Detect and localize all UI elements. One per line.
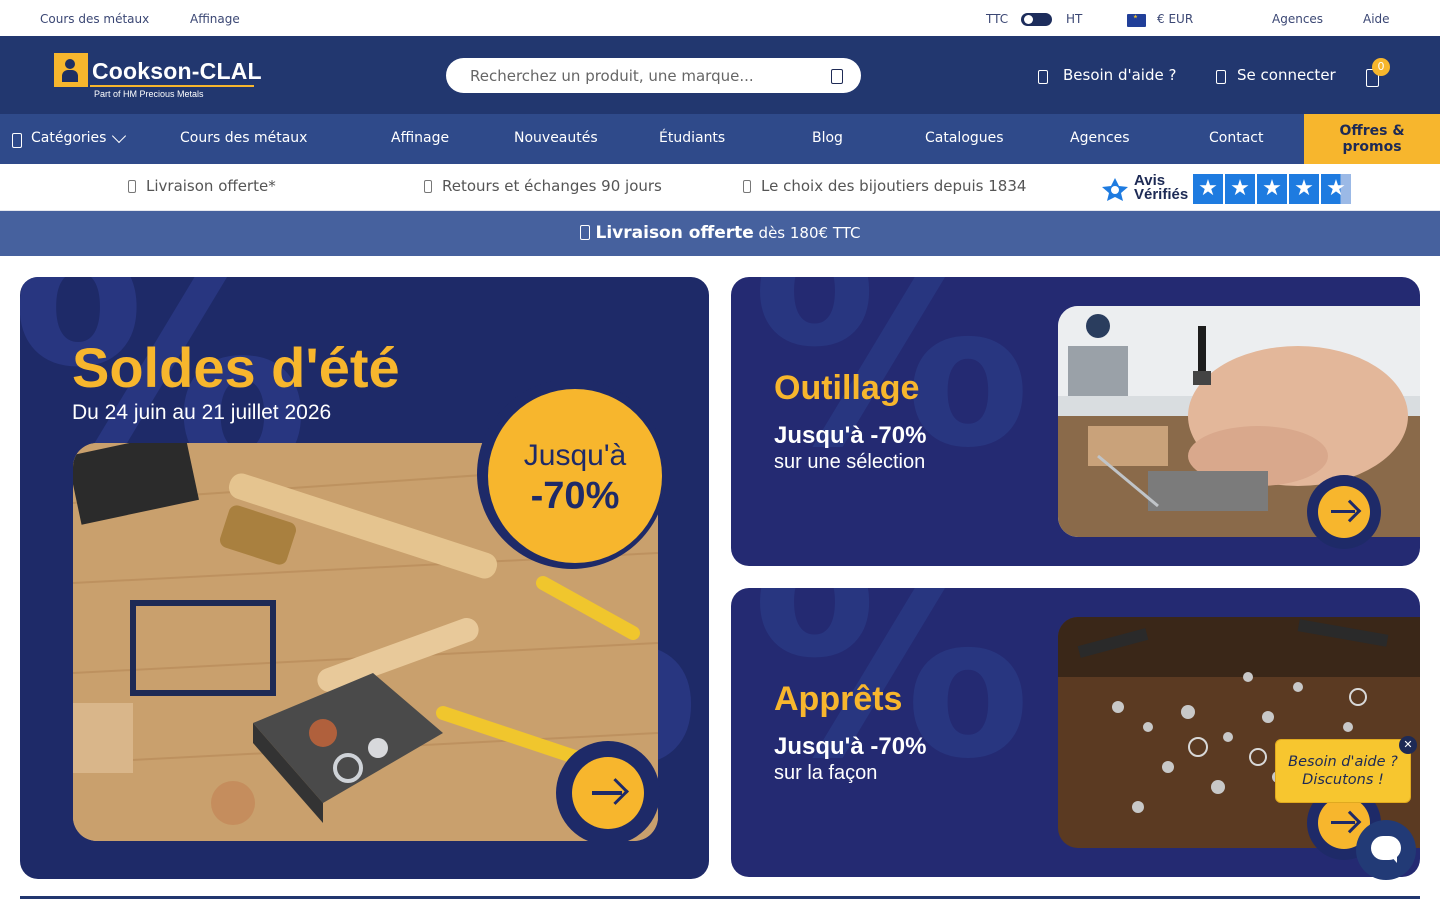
- section-divider: [20, 896, 1420, 899]
- verified-reviews-widget[interactable]: Avis Vérifiés ★ ★ ★ ★ ★: [1100, 173, 1351, 204]
- reassurance-delivery: Livraison offerte*: [146, 177, 276, 195]
- reassurance-returns: Retours et échanges 90 jours: [442, 177, 662, 195]
- user-icon: [1216, 70, 1226, 84]
- nav-offers-promos[interactable]: Offres & promos: [1304, 114, 1440, 164]
- rating-stars: ★ ★ ★ ★ ★: [1193, 174, 1351, 204]
- utility-bar: Cours des métaux Affinage TTC HT € EUR A…: [0, 0, 1440, 36]
- chat-line-1: Besoin d'aide ?: [1288, 754, 1398, 770]
- search-input[interactable]: [446, 58, 826, 93]
- avis-text: Avis Vérifiés: [1134, 173, 1189, 203]
- returns-icon: [424, 180, 432, 193]
- logo[interactable]: Cookson-CLAL Part of HM Precious Metals: [54, 53, 264, 99]
- promo-line-1: Offres &: [1339, 123, 1405, 139]
- star-half-icon: ★: [1321, 174, 1351, 204]
- tools-card-title: Outillage: [774, 369, 920, 407]
- star-icon: ★: [1225, 174, 1255, 204]
- star-icon: ★: [1289, 174, 1319, 204]
- reassurance-heritage: Le choix des bijoutiers depuis 1834: [761, 177, 1027, 195]
- delivery-icon: [128, 180, 136, 193]
- search-box: [446, 58, 861, 93]
- logo-name: Cookson-CLAL: [92, 58, 262, 84]
- promo-line-2: promos: [1342, 139, 1402, 155]
- login-link[interactable]: Se connecter: [1237, 66, 1336, 84]
- logo-underline: [90, 85, 254, 87]
- nav-categories[interactable]: Catégories: [31, 130, 106, 146]
- chat-line-2: Discutons !: [1302, 772, 1384, 788]
- main-header: Cookson-CLAL Part of HM Precious Metals …: [0, 36, 1440, 114]
- eu-flag-icon: [1127, 10, 1146, 27]
- hero-dates: Du 24 juin au 21 juillet 2026: [72, 401, 332, 424]
- avis-verifies-logo-icon: [1102, 178, 1128, 201]
- nav-item-blog[interactable]: Blog: [812, 130, 843, 146]
- help-icon: [1038, 70, 1048, 84]
- main-nav: Catégories Cours des métaux Affinage Nou…: [0, 114, 1440, 164]
- top-link-help[interactable]: Aide: [1363, 12, 1390, 26]
- summer-sale-hero-card[interactable]: % % Soldes d'été Du 24 juin au 21 juille…: [20, 277, 709, 879]
- close-icon[interactable]: ✕: [1399, 736, 1417, 754]
- top-link-refining[interactable]: Affinage: [190, 12, 240, 26]
- nav-item-contact[interactable]: Contact: [1209, 130, 1263, 146]
- banner-strong: Livraison offerte: [595, 223, 754, 243]
- avis-line-2: Vérifiés: [1134, 186, 1189, 203]
- findings-card-line-2: sur la façon: [774, 762, 878, 784]
- findings-card-line-1: Jusqu'à -70%: [774, 733, 927, 760]
- free-delivery-banner[interactable]: Livraison offerte dès 180€ TTC: [0, 211, 1440, 256]
- search-icon[interactable]: [831, 69, 843, 84]
- tools-card-line-1: Jusqu'à -70%: [774, 422, 927, 449]
- arrow-right-icon[interactable]: [1318, 486, 1370, 538]
- logo-worker-icon: [54, 53, 88, 87]
- badge-line-1: Jusqu'à: [523, 439, 627, 472]
- star-icon: ★: [1193, 174, 1223, 204]
- hero-arrow-ring: [556, 741, 660, 845]
- currency-selector[interactable]: € EUR: [1157, 12, 1193, 26]
- banner-rest: dès 180€ TTC: [753, 224, 861, 242]
- top-link-agencies[interactable]: Agences: [1272, 12, 1323, 26]
- logo-subtitle: Part of HM Precious Metals: [94, 89, 204, 99]
- chevron-down-icon: [111, 128, 127, 144]
- tools-card[interactable]: % Outillage Jusqu'à -70% sur une sélecti…: [731, 277, 1420, 566]
- cart-count-badge: 0: [1372, 58, 1390, 76]
- findings-card[interactable]: % Apprêts Jusqu'à -70% sur la façon: [731, 588, 1420, 877]
- discount-badge: Jusqu'à -70%: [477, 379, 667, 569]
- diamond-icon: [743, 180, 751, 193]
- nav-item-refining[interactable]: Affinage: [391, 130, 449, 146]
- star-icon: ★: [1257, 174, 1287, 204]
- tax-label-ttc: TTC: [986, 12, 1009, 26]
- findings-card-title: Apprêts: [774, 680, 903, 718]
- top-link-metal-prices[interactable]: Cours des métaux: [40, 12, 149, 26]
- tools-card-line-2: sur une sélection: [774, 451, 926, 473]
- arrow-right-icon[interactable]: [572, 757, 644, 829]
- tools-arrow-ring: [1307, 475, 1381, 549]
- nav-item-catalogues[interactable]: Catalogues: [925, 130, 1004, 146]
- nav-item-metal-prices[interactable]: Cours des métaux: [180, 130, 307, 146]
- truck-icon: [579, 225, 590, 240]
- tax-label-ht: HT: [1066, 12, 1083, 26]
- menu-icon: [12, 133, 22, 148]
- tax-toggle[interactable]: [1021, 13, 1052, 26]
- nav-item-students[interactable]: Étudiants: [659, 130, 725, 146]
- badge-line-2: -70%: [530, 475, 620, 517]
- help-link[interactable]: Besoin d'aide ?: [1063, 66, 1176, 84]
- chat-bubble-icon: [1371, 836, 1401, 863]
- chat-invite-bubble[interactable]: Besoin d'aide ? Discutons !: [1275, 739, 1411, 803]
- hero-title: Soldes d'été: [72, 336, 400, 399]
- chat-launcher-button[interactable]: [1356, 820, 1416, 880]
- nav-item-new[interactable]: Nouveautés: [514, 130, 598, 146]
- nav-item-agencies[interactable]: Agences: [1070, 130, 1130, 146]
